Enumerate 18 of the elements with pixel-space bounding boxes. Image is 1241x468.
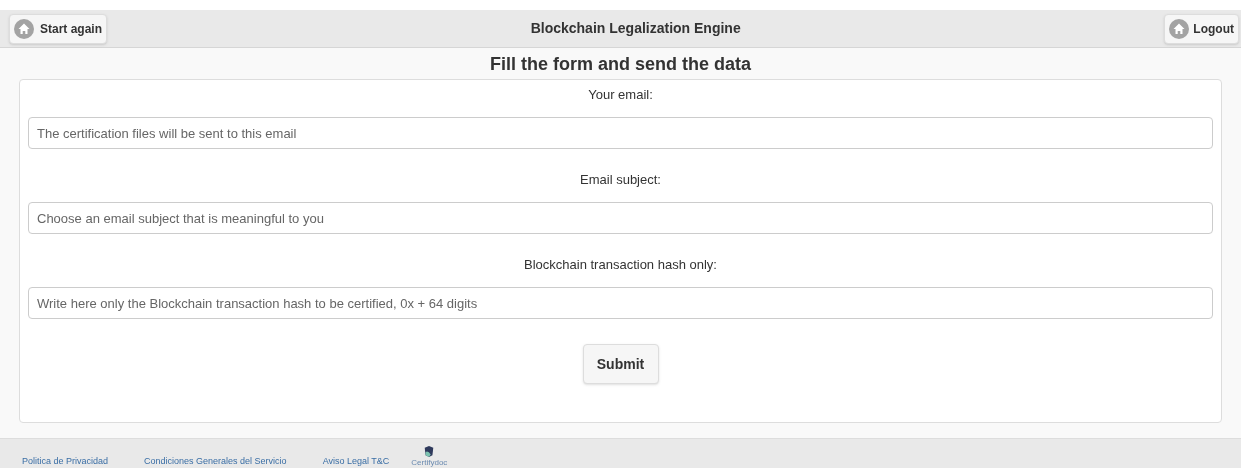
text-field[interactable]: Write here only the Blockchain transaction hash to be certified, 0x + 64 digits [28,287,1213,319]
footer-link[interactable]: Politica de Privacidad [22,456,109,467]
logo-text: Certifydoc [411,458,448,467]
submit-button[interactable]: Submit [582,344,659,384]
start-again-button[interactable]: Start again [9,13,107,44]
page-title: Blockchain Legalization Engine [530,19,741,38]
home-icon [1169,18,1190,39]
field-label: Blockchain transaction hash only: [524,256,717,274]
footer-link[interactable]: Condiciones Generales del Servicio [144,456,287,467]
field-label: Your email: [588,86,653,104]
home-icon [14,18,34,39]
form-heading: Fill the form and send the data [489,53,752,76]
logo-icon [423,445,436,458]
field-label: Email subject: [580,171,661,189]
text-field[interactable]: The certification files will be sent to this email [28,117,1213,149]
footer-link[interactable]: Aviso Legal T&C [322,456,390,467]
text-field[interactable]: Choose an email subject that is meaningful to you [28,202,1213,234]
logout-button[interactable]: Logout [1164,13,1239,44]
